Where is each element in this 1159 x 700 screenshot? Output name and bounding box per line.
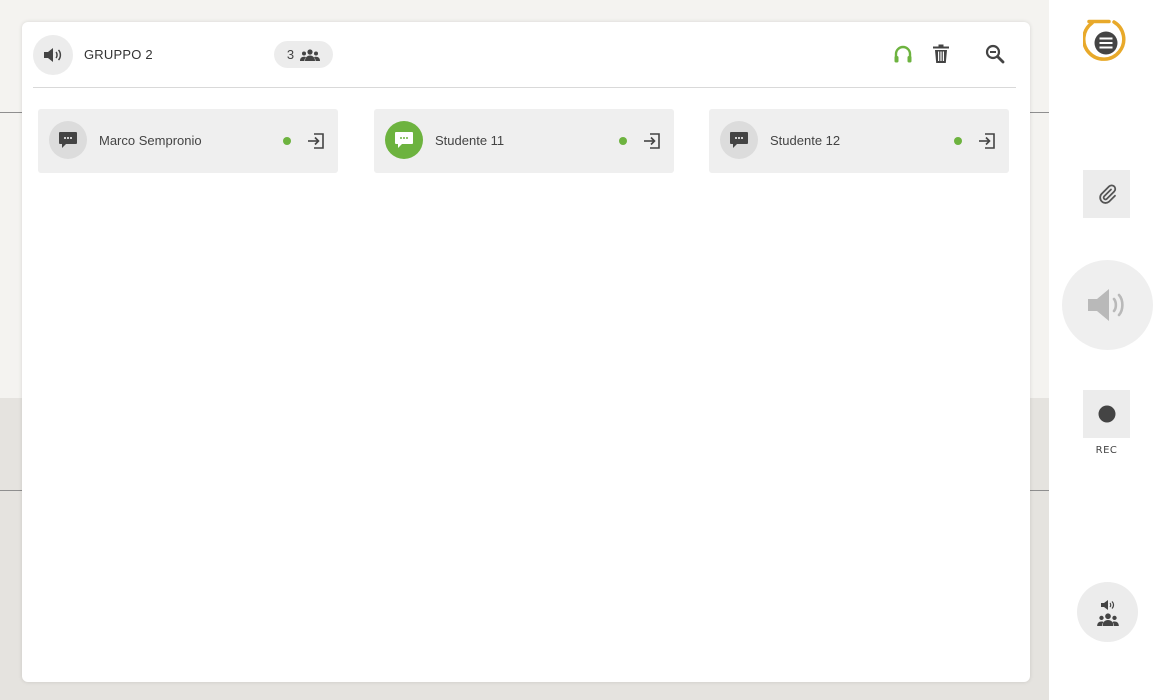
member-name: Marco Sempronio (99, 133, 202, 148)
volume-button[interactable] (1062, 260, 1153, 350)
online-status-dot (283, 137, 291, 145)
attachment-button[interactable] (1083, 170, 1130, 218)
zoom-out-icon (985, 44, 1005, 64)
exit-icon (644, 133, 660, 149)
group-panel: GRUPPO 2 3 Marco Sempronio Studente 11 S… (22, 22, 1030, 682)
move-member-button[interactable] (306, 131, 326, 151)
speaker-icon (44, 48, 62, 62)
online-status-dot (954, 137, 962, 145)
member-card[interactable]: Studente 11 (374, 109, 674, 173)
broadcast-to-groups-button[interactable] (1077, 582, 1138, 642)
menu-icon (1082, 19, 1126, 61)
group-speaker-button[interactable] (33, 35, 73, 75)
chat-button[interactable] (385, 121, 423, 159)
group-name: GRUPPO 2 (84, 47, 153, 62)
move-member-button[interactable] (642, 131, 662, 151)
delete-group-button[interactable] (929, 42, 953, 66)
zoom-out-button[interactable] (983, 42, 1007, 66)
exit-icon (308, 133, 324, 149)
exit-icon (979, 133, 995, 149)
group-icon (1096, 612, 1119, 626)
member-count-badge[interactable]: 3 (274, 41, 333, 68)
record-icon (1098, 405, 1115, 423)
paperclip-icon (1098, 184, 1116, 204)
headphones-icon (894, 45, 912, 63)
record-label: REC (1095, 445, 1118, 456)
main-menu-button[interactable] (1082, 17, 1129, 67)
headphones-button[interactable] (891, 42, 915, 66)
member-name: Studente 12 (770, 133, 841, 148)
group-header: GRUPPO 2 3 (33, 35, 1016, 88)
record-button[interactable] (1083, 390, 1130, 438)
speaker-icon (1087, 289, 1124, 321)
chat-icon (395, 132, 413, 148)
chat-icon (59, 132, 77, 148)
chat-icon (730, 132, 748, 148)
trash-icon (933, 44, 949, 63)
member-card[interactable]: Marco Sempronio (38, 109, 338, 173)
chat-button[interactable] (720, 121, 758, 159)
group-icon (300, 48, 321, 61)
member-card[interactable]: Studente 12 (709, 109, 1009, 173)
move-member-button[interactable] (977, 131, 997, 151)
speaker-icon (1100, 599, 1114, 610)
member-count: 3 (286, 47, 295, 62)
member-name: Studente 11 (435, 133, 505, 148)
chat-button[interactable] (49, 121, 87, 159)
online-status-dot (619, 137, 627, 145)
